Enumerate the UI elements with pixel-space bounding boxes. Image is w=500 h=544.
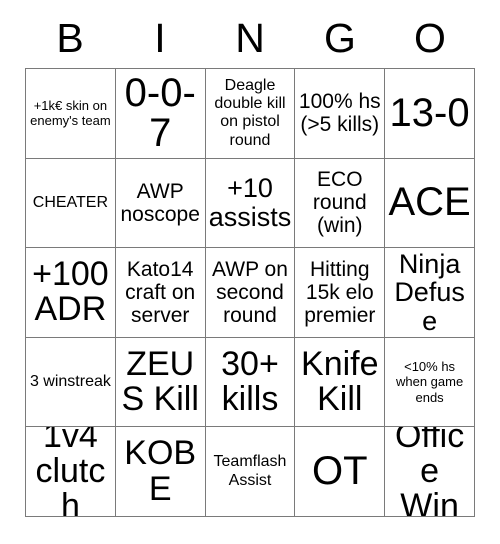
bingo-grid: +1k€ skin on enemy's team 0-0-7 Deagle d…	[25, 68, 475, 517]
bingo-cell-b4[interactable]: 3 winstreak	[26, 337, 116, 428]
bingo-cell-n3[interactable]: AWP on second round	[205, 248, 296, 338]
bingo-cell-label: +1k€ skin on enemy's team	[30, 97, 111, 129]
bingo-header-letter-n: N	[235, 15, 265, 61]
bingo-cell-label: 30+ kills	[221, 344, 279, 419]
bingo-row: 3 winstreak ZEUS Kill 30+ kills Knife Ki…	[26, 337, 475, 428]
bingo-cell-label: AWP noscope	[120, 179, 200, 226]
bingo-cell-label: +10 assists	[208, 173, 292, 232]
bingo-cell-label: AWP on second round	[212, 257, 288, 328]
bingo-cell-g1[interactable]: 100% hs (>5 kills)	[295, 69, 386, 159]
bingo-cell-label: Kato14 craft on server	[125, 257, 196, 328]
bingo-cell-label: KOBE	[124, 434, 197, 508]
bingo-row: 1v4 clutch KOBE Teamflash Assist OT Offi…	[26, 427, 475, 517]
bingo-card: B I N G O +1k€ skin on enemy's team 0-0-…	[25, 8, 475, 517]
bingo-cell-i2[interactable]: AWP noscope	[115, 158, 206, 249]
bingo-cell-label: +100 ADR	[32, 255, 109, 329]
bingo-cell-i3[interactable]: Kato14 craft on server	[115, 248, 206, 338]
bingo-cell-label: Hitting 15k elo premier	[304, 257, 376, 328]
bingo-cell-label: OT	[312, 449, 368, 494]
bingo-cell-b5[interactable]: 1v4 clutch	[26, 427, 116, 517]
bingo-cell-label: 100% hs (>5 kills)	[298, 90, 381, 137]
bingo-cell-n5[interactable]: Teamflash Assist	[205, 427, 296, 517]
bingo-cell-i5[interactable]: KOBE	[115, 427, 206, 517]
bingo-cell-g5[interactable]: OT	[295, 427, 386, 517]
bingo-header: B I N G O	[25, 8, 475, 68]
bingo-cell-label: Deagle double kill on pistol round	[214, 76, 286, 149]
bingo-cell-label: ACE	[388, 180, 471, 225]
bingo-row: CHEATER AWP noscope +10 assists ECO roun…	[26, 158, 475, 249]
bingo-cell-label: 0-0-7	[124, 70, 196, 156]
bingo-cell-o3[interactable]: Ninja Defuse	[385, 248, 475, 338]
bingo-cell-label: <10% hs when game ends	[395, 359, 464, 405]
bingo-cell-b2[interactable]: CHEATER	[26, 158, 116, 249]
bingo-cell-g4[interactable]: Knife Kill	[295, 337, 386, 428]
bingo-cell-label: CHEATER	[32, 193, 109, 211]
bingo-row: +100 ADR Kato14 craft on server AWP on s…	[26, 248, 475, 338]
bingo-cell-i4[interactable]: ZEUS Kill	[115, 337, 206, 428]
bingo-cell-i1[interactable]: 0-0-7	[115, 69, 206, 159]
bingo-cell-o5[interactable]: Office Win	[385, 427, 475, 517]
bingo-cell-g3[interactable]: Hitting 15k elo premier	[295, 248, 386, 338]
bingo-header-letter-i: I	[154, 15, 166, 61]
bingo-cell-n1[interactable]: Deagle double kill on pistol round	[205, 69, 296, 159]
bingo-cell-b1[interactable]: +1k€ skin on enemy's team	[26, 69, 116, 159]
bingo-cell-label: Teamflash Assist	[213, 453, 287, 489]
bingo-cell-label: 3 winstreak	[29, 372, 111, 390]
bingo-cell-label: Ninja Defuse	[394, 248, 465, 336]
bingo-header-letter-b: B	[56, 15, 84, 61]
bingo-cell-n4[interactable]: 30+ kills	[205, 337, 296, 428]
bingo-header-letter-o: O	[414, 15, 446, 61]
bingo-cell-o1[interactable]: 13-0	[385, 69, 475, 159]
bingo-cell-o4[interactable]: <10% hs when game ends	[385, 337, 475, 428]
bingo-cell-b3[interactable]: +100 ADR	[26, 248, 116, 338]
bingo-row: +1k€ skin on enemy's team 0-0-7 Deagle d…	[26, 69, 475, 159]
bingo-cell-label: 1v4 clutch	[35, 427, 106, 517]
bingo-cell-label: Office Win	[394, 427, 465, 517]
bingo-cell-label: ZEUS Kill	[121, 344, 199, 419]
bingo-cell-g2[interactable]: ECO round (win)	[295, 158, 386, 249]
bingo-cell-label: Knife Kill	[301, 344, 379, 419]
bingo-cell-label: 13-0	[389, 90, 470, 135]
bingo-cell-label: ECO round (win)	[312, 168, 367, 238]
bingo-cell-o2[interactable]: ACE	[385, 158, 475, 249]
bingo-cell-n2[interactable]: +10 assists	[205, 158, 296, 249]
bingo-header-letter-g: G	[324, 15, 356, 61]
